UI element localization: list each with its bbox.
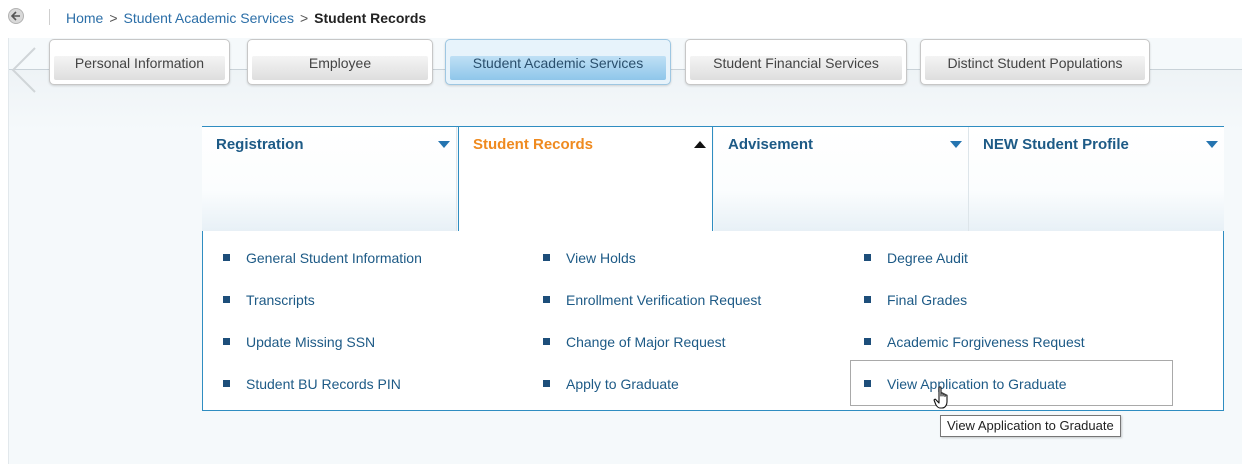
breadcrumb-separator: >	[109, 10, 118, 26]
bullet-icon	[864, 254, 871, 261]
menu-item-label: Final Grades	[887, 292, 968, 308]
tab-distinct-student-populations[interactable]: Distinct Student Populations	[920, 39, 1150, 85]
divider	[49, 9, 50, 25]
bullet-icon	[864, 338, 871, 345]
menu-item-update-missing-ssn[interactable]: Update Missing SSN	[203, 332, 422, 374]
menu-item-label: Apply to Graduate	[566, 376, 679, 392]
menu-item-label: Change of Major Request	[566, 334, 726, 350]
breadcrumb-current: Student Records	[314, 10, 427, 26]
tab-label: Student Financial Services	[713, 55, 879, 71]
breadcrumb-separator: >	[299, 10, 309, 26]
bullet-icon	[223, 338, 230, 345]
collapse-arrow-icon	[694, 141, 706, 148]
menu-item-label: Transcripts	[246, 292, 315, 308]
menu-item-label: Academic Forgiveness Request	[887, 334, 1085, 350]
bullet-icon	[223, 380, 230, 387]
bullet-icon	[543, 254, 550, 261]
menu-header-new-student-profile[interactable]: NEW Student Profile	[969, 127, 1224, 232]
menu-item-degree-audit[interactable]: Degree Audit	[844, 248, 1085, 290]
bullet-icon	[543, 380, 550, 387]
bullet-icon	[543, 338, 550, 345]
hover-highlight	[850, 360, 1173, 406]
menu-item-transcripts[interactable]: Transcripts	[203, 290, 422, 332]
back-arrow-icon[interactable]	[8, 8, 24, 24]
dropdown-arrow-icon	[438, 141, 450, 148]
menu-item-label: Update Missing SSN	[246, 334, 376, 350]
menu-item-view-holds[interactable]: View Holds	[523, 248, 761, 290]
menu-header-label: NEW Student Profile	[983, 136, 1129, 153]
menu-header-advisement[interactable]: Advisement	[714, 127, 969, 232]
menu-item-label: View Holds	[566, 250, 636, 266]
bullet-icon	[864, 296, 871, 303]
hand-pointer-icon	[933, 386, 948, 409]
menu-item-apply-to-graduate[interactable]: Apply to Graduate	[523, 374, 761, 416]
menu-item-general-student-information[interactable]: General Student Information	[203, 248, 422, 290]
menu-item-label: General Student Information	[246, 250, 422, 266]
menu-header-label: Advisement	[728, 136, 814, 153]
menu-item-label: Degree Audit	[887, 250, 968, 266]
dropdown-arrow-icon	[950, 141, 962, 148]
scroll-left-arrow-icon[interactable]	[9, 46, 37, 94]
breadcrumb-student-academic-services[interactable]: Student Academic Services	[124, 10, 294, 26]
menu-column-1: General Student Information Transcripts …	[203, 248, 422, 416]
dropdown-arrow-icon	[1206, 141, 1218, 148]
bullet-icon	[543, 296, 550, 303]
breadcrumb-home[interactable]: Home	[66, 10, 103, 26]
tab-label: Student Academic Services	[472, 55, 644, 71]
menu-headers: Registration Student Records Advisement …	[202, 126, 1224, 232]
bullet-icon	[223, 254, 230, 261]
tab-label: Employee	[308, 55, 372, 71]
tooltip: View Application to Graduate	[940, 415, 1121, 437]
tab-student-academic-services[interactable]: Student Academic Services	[445, 39, 671, 85]
tab-employee[interactable]: Employee	[247, 39, 433, 85]
menu-item-label: Student BU Records PIN	[246, 376, 401, 392]
tab-label: Distinct Student Populations	[947, 55, 1123, 71]
menu-item-enrollment-verification-request[interactable]: Enrollment Verification Request	[523, 290, 761, 332]
menu-column-2: View Holds Enrollment Verification Reque…	[523, 248, 761, 416]
bullet-icon	[223, 296, 230, 303]
menu-header-label: Registration	[216, 136, 304, 153]
menu-header-student-records[interactable]: Student Records	[458, 126, 713, 232]
top-bar: Home > Student Academic Services > Student R…	[0, 0, 1242, 36]
menu-header-registration[interactable]: Registration	[202, 127, 457, 232]
tab-label: Personal Information	[74, 55, 205, 71]
menu-item-final-grades[interactable]: Final Grades	[844, 290, 1085, 332]
menu-item-label: Enrollment Verification Request	[566, 292, 762, 308]
menu-item-student-bu-records-pin[interactable]: Student BU Records PIN	[203, 374, 422, 416]
menu-item-change-of-major-request[interactable]: Change of Major Request	[523, 332, 761, 374]
tab-personal-information[interactable]: Personal Information	[49, 39, 230, 85]
tab-student-financial-services[interactable]: Student Financial Services	[685, 39, 907, 85]
breadcrumb: Home > Student Academic Services > Student R…	[66, 10, 426, 26]
menu-header-label: Student Records	[473, 136, 594, 153]
